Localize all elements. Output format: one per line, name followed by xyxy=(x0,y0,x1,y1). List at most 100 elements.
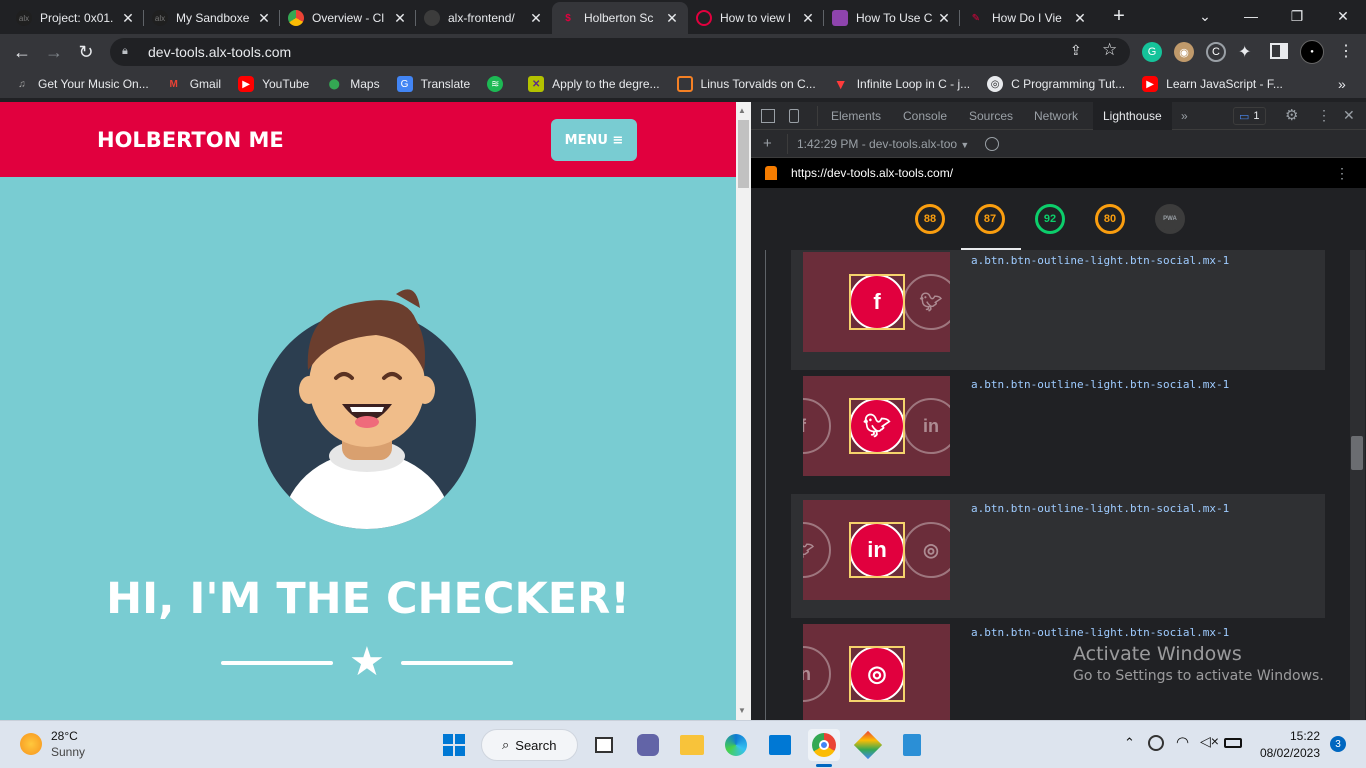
restore-button[interactable]: ❐ xyxy=(1274,0,1320,32)
close-tab-icon[interactable]: ✕ xyxy=(664,10,680,27)
bookmark-learn-javascript[interactable]: ▶ Learn JavaScript - F... xyxy=(1142,76,1283,92)
bookmark-linus[interactable]: Linus Torvalds on C... xyxy=(676,76,816,92)
bookmark-translate[interactable]: G Translate xyxy=(396,76,470,92)
extension-avatar-icon[interactable]: ◉ xyxy=(1174,42,1194,62)
scroll-up-icon[interactable]: ▲ xyxy=(738,106,746,115)
close-window-button[interactable]: ✕ xyxy=(1320,0,1366,32)
notepad-icon[interactable] xyxy=(896,729,928,761)
extensions-puzzle-icon[interactable]: ✦ xyxy=(1238,42,1251,62)
tab-console[interactable]: Console xyxy=(903,109,947,123)
more-tabs-icon[interactable]: » xyxy=(1181,109,1188,123)
new-report-icon[interactable]: + xyxy=(763,135,772,152)
tab-how-do-i[interactable]: ✎ How Do I Vie ✕ xyxy=(960,2,1096,34)
forward-icon[interactable]: → xyxy=(42,40,66,64)
side-panel-icon[interactable] xyxy=(1270,43,1288,59)
tab-sandbox[interactable]: alx My Sandboxe ✕ xyxy=(144,2,280,34)
bookmark-gmail[interactable]: M Gmail xyxy=(166,76,222,92)
more-bookmarks-icon[interactable]: » xyxy=(1338,76,1346,92)
bookmark-spotify[interactable]: ≋ xyxy=(487,76,511,92)
close-tab-icon[interactable]: ✕ xyxy=(1072,10,1088,27)
weather-temperature[interactable]: 28°C xyxy=(51,729,78,743)
clear-reports-icon[interactable] xyxy=(985,137,999,151)
settings-gear-icon[interactable]: ⚙ xyxy=(1285,106,1298,124)
inspect-element-icon[interactable] xyxy=(761,109,775,123)
chrome-icon[interactable] xyxy=(808,729,840,761)
close-tab-icon[interactable]: ✕ xyxy=(936,10,952,27)
report-selector[interactable]: 1:42:29 PM - dev-tools.alx-too ▼ xyxy=(797,137,969,151)
weather-condition[interactable]: Sunny xyxy=(51,745,85,759)
close-tab-icon[interactable]: ✕ xyxy=(256,10,272,27)
tab-network[interactable]: Network xyxy=(1034,109,1078,123)
site-brand[interactable]: HOLBERTON ME xyxy=(97,128,284,152)
extension-c-icon[interactable]: C xyxy=(1206,42,1226,62)
score-gauge[interactable]: 92 xyxy=(1035,204,1065,234)
minimize-button[interactable]: — xyxy=(1228,0,1274,32)
sunny-weather-icon[interactable] xyxy=(20,733,42,755)
battery-icon[interactable] xyxy=(1224,738,1242,748)
tab-search-icon[interactable]: ⌄ xyxy=(1182,0,1228,32)
score-gauge[interactable]: 88 xyxy=(915,204,945,234)
bookmark-maps[interactable]: ⬤ Maps xyxy=(326,76,380,92)
grammarly-icon[interactable]: G xyxy=(1142,42,1162,62)
browser-menu-icon[interactable]: ⋮ xyxy=(1338,41,1354,61)
tab-sources[interactable]: Sources xyxy=(969,109,1013,123)
report-menu-icon[interactable]: ⋮ xyxy=(1335,165,1349,182)
clock-time[interactable]: 15:22 xyxy=(1250,729,1320,743)
close-tab-icon[interactable]: ✕ xyxy=(392,10,408,27)
tab-holberton[interactable]: $ Holberton Sc ✕ xyxy=(552,2,688,34)
bookmark-c-programming[interactable]: ◎ C Programming Tut... xyxy=(987,76,1125,92)
score-gauge[interactable]: PWA xyxy=(1155,204,1185,234)
score-gauge[interactable]: 80 xyxy=(1095,204,1125,234)
issues-badge[interactable]: ▭ 1 xyxy=(1233,107,1266,125)
css-selector[interactable]: a.btn.btn-outline-light.btn-social.mx-1 xyxy=(971,378,1229,391)
clock-date[interactable]: 08/02/2023 xyxy=(1250,746,1320,760)
teams-chat-icon[interactable] xyxy=(632,729,664,761)
show-hidden-icons-icon[interactable]: ⌃ xyxy=(1124,735,1135,751)
scrollbar-thumb[interactable] xyxy=(738,120,749,188)
tab-project[interactable]: alx Project: 0x01. ✕ xyxy=(8,2,144,34)
speaker-muted-icon[interactable]: ◁× xyxy=(1200,733,1219,750)
microsoft-store-icon[interactable] xyxy=(764,729,796,761)
share-icon[interactable]: ⇪ xyxy=(1070,42,1082,59)
device-toolbar-icon[interactable] xyxy=(789,109,799,123)
notification-badge[interactable]: 3 xyxy=(1330,736,1346,752)
score-gauge[interactable]: 87 xyxy=(975,204,1005,234)
menu-button[interactable]: MENU ≡ xyxy=(551,119,637,161)
start-icon[interactable] xyxy=(438,729,470,761)
bookmark-music[interactable]: ♫ Get Your Music On... xyxy=(14,76,148,92)
reload-icon[interactable]: ↻ xyxy=(74,40,98,64)
tab-elements[interactable]: Elements xyxy=(831,109,881,123)
devtools-scrollbar-thumb[interactable] xyxy=(1351,436,1363,470)
tab-how-to-use[interactable]: How To Use C ✕ xyxy=(824,2,960,34)
css-selector[interactable]: a.btn.btn-outline-light.btn-social.mx-1 xyxy=(971,502,1229,515)
taskbar-search[interactable]: ⌕ Search xyxy=(481,729,578,761)
tab-how-to-view[interactable]: How to view l ✕ xyxy=(688,2,824,34)
edge-icon[interactable] xyxy=(720,729,752,761)
devtools-scrollbar[interactable] xyxy=(1350,250,1365,720)
report-url[interactable]: https://dev-tools.alx-tools.com/ xyxy=(791,166,953,180)
close-tab-icon[interactable]: ✕ xyxy=(800,10,816,27)
tab-github[interactable]: alx-frontend/ ✕ xyxy=(416,2,552,34)
close-tab-icon[interactable]: ✕ xyxy=(528,10,544,27)
bookmark-youtube[interactable]: ▶ YouTube xyxy=(238,76,309,92)
css-selector[interactable]: a.btn.btn-outline-light.btn-social.mx-1 xyxy=(971,626,1229,639)
scroll-down-icon[interactable]: ▼ xyxy=(738,706,746,715)
profile-avatar-icon[interactable]: ● xyxy=(1300,40,1324,64)
bookmark-apply[interactable]: ✕ Apply to the degre... xyxy=(528,76,660,92)
file-explorer-icon[interactable] xyxy=(676,729,708,761)
back-icon[interactable]: ← xyxy=(10,40,34,64)
wifi-icon[interactable]: ◠ xyxy=(1176,733,1189,751)
tab-lighthouse[interactable]: Lighthouse xyxy=(1093,102,1172,130)
page-scrollbar[interactable]: ▲ ▼ xyxy=(736,102,751,720)
bookmark-infinite-loop[interactable]: ▼ Infinite Loop in C - j... xyxy=(833,76,970,92)
close-tab-icon[interactable]: ✕ xyxy=(120,10,136,27)
address-bar[interactable]: 🔒︎ dev-tools.alx-tools.com xyxy=(110,38,1130,66)
task-view-icon[interactable] xyxy=(588,729,620,761)
css-selector[interactable]: a.btn.btn-outline-light.btn-social.mx-1 xyxy=(971,254,1229,267)
devtools-menu-icon[interactable]: ⋮ xyxy=(1317,107,1331,124)
close-devtools-icon[interactable]: ✕ xyxy=(1343,107,1355,124)
bookmark-star-icon[interactable]: ☆ xyxy=(1102,40,1117,60)
tab-overview[interactable]: Overview - Cl ✕ xyxy=(280,2,416,34)
network-status-icon[interactable] xyxy=(1148,735,1164,751)
new-tab-button[interactable]: + xyxy=(1108,6,1130,28)
